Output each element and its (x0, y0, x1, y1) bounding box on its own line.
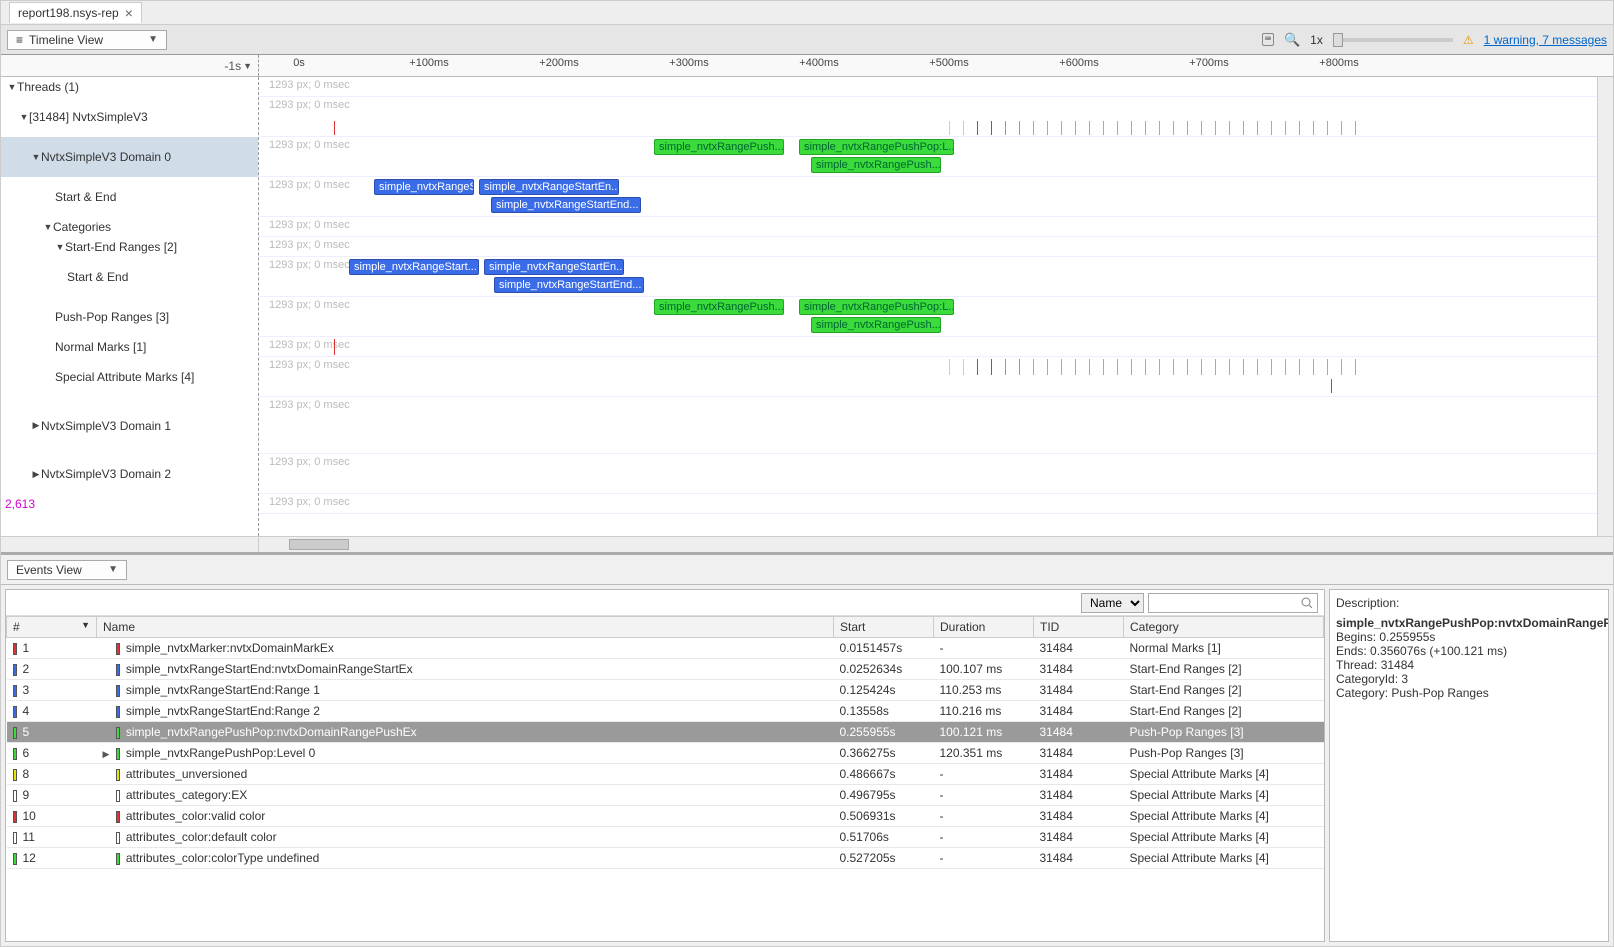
description-catid: CategoryId: 3 (1336, 672, 1602, 686)
description-begins: Begins: 0.255955s (1336, 630, 1602, 644)
filter-input[interactable] (1148, 593, 1318, 613)
timeline-canvas[interactable]: 1293 px; 0 msec1293 px; 0 msec1293 px; 0… (259, 77, 1613, 536)
tab-title: report198.nsys-rep (18, 6, 119, 20)
col-category[interactable]: Category (1124, 617, 1324, 638)
timeline-section: -1s ▼ 0s+100ms+200ms+300ms+400ms+500ms+6… (1, 55, 1613, 555)
zoom-slider[interactable] (1333, 38, 1453, 42)
tree-domain1[interactable]: ▶NvtxSimpleV3 Domain 1 (1, 397, 258, 454)
tree-domain0[interactable]: ▼NvtxSimpleV3 Domain 0 (1, 137, 258, 177)
events-toolbar: Events View ▼ (1, 555, 1613, 585)
chevron-down-icon: ▼ (243, 61, 252, 71)
view-label: Timeline View (29, 33, 103, 47)
col-start[interactable]: Start (834, 617, 934, 638)
table-row[interactable]: 10 attributes_color:valid color0.506931s… (7, 806, 1324, 827)
events-view-label: Events View (16, 563, 82, 577)
events-view-selector[interactable]: Events View ▼ (7, 560, 127, 580)
tree-footer-count: 2,613 (1, 494, 258, 514)
warning-icon: ⚠ (1463, 33, 1474, 47)
table-row[interactable]: 12 attributes_color:colorType undefined0… (7, 848, 1324, 869)
horizontal-scrollbar[interactable] (1, 536, 1613, 552)
table-row[interactable]: 4 simple_nvtxRangeStartEnd:Range 20.1355… (7, 701, 1324, 722)
table-row[interactable]: 3 simple_nvtxRangeStartEnd:Range 10.1254… (7, 680, 1324, 701)
tree-special-marks[interactable]: Special Attribute Marks [4] (1, 357, 258, 397)
tree-categories[interactable]: ▼Categories (1, 217, 258, 237)
ruler-origin[interactable]: -1s ▼ (1, 55, 259, 76)
tree-pp-ranges[interactable]: Push-Pop Ranges [3] (1, 297, 258, 337)
table-row[interactable]: 11 attributes_color:default color0.51706… (7, 827, 1324, 848)
ruler-neg-label: -1s (224, 59, 241, 73)
file-tab[interactable]: report198.nsys-rep × (9, 2, 142, 23)
time-ruler[interactable]: -1s ▼ 0s+100ms+200ms+300ms+400ms+500ms+6… (1, 55, 1613, 77)
description-panel: Description: simple_nvtxRangePushPop:nvt… (1329, 589, 1609, 942)
tree-start-end[interactable]: Start & End (1, 177, 258, 217)
events-table-panel: Name # ▼ Name Start Duration TID Categor… (5, 589, 1325, 942)
description-ends: Ends: 0.356076s (+100.121 ms) (1336, 644, 1602, 658)
table-row[interactable]: 9 attributes_category:EX0.496795s-31484S… (7, 785, 1324, 806)
tree-threads[interactable]: ▼Threads (1) (1, 77, 258, 97)
tree-process[interactable]: ▼[31484] NvtxSimpleV3 (1, 97, 258, 137)
ruler-ticks: 0s+100ms+200ms+300ms+400ms+500ms+600ms+7… (259, 55, 1613, 76)
description-title: simple_nvtxRangePushPop:nvtxDomainRangeP… (1336, 616, 1602, 630)
chevron-down-icon: ▼ (108, 564, 118, 575)
magnifier-icon[interactable]: 🔍 (1284, 32, 1300, 48)
table-row[interactable]: 8 attributes_unversioned0.486667s-31484S… (7, 764, 1324, 785)
description-label: Description: (1336, 596, 1602, 610)
tree-panel[interactable]: ▼Threads (1) ▼[31484] NvtxSimpleV3 ▼Nvtx… (1, 77, 259, 536)
table-row[interactable]: 2 simple_nvtxRangeStartEnd:nvtxDomainRan… (7, 659, 1324, 680)
tree-normal-marks[interactable]: Normal Marks [1] (1, 337, 258, 357)
zoom-level: 1x (1310, 33, 1323, 47)
view-selector[interactable]: ≡ Timeline View ▼ (7, 30, 167, 50)
col-name[interactable]: Name (97, 617, 834, 638)
tree-se-ranges[interactable]: ▼Start-End Ranges [2] (1, 237, 258, 257)
scrollbar-thumb[interactable] (289, 539, 349, 550)
filter-field-select[interactable]: Name (1081, 593, 1144, 613)
tree-domain2[interactable]: ▶NvtxSimpleV3 Domain 2 (1, 454, 258, 494)
filter-row: Name (6, 590, 1324, 616)
tree-se-inner[interactable]: Start & End (1, 257, 258, 297)
warnings-link[interactable]: 1 warning, 7 messages (1484, 33, 1607, 47)
keyboard-icon[interactable]: ⌨ (1262, 33, 1274, 46)
col-tid[interactable]: TID (1034, 617, 1124, 638)
slider-thumb[interactable] (1333, 33, 1343, 47)
timeline-toolbar: ≡ Timeline View ▼ ⌨ 🔍 1x ⚠ 1 warning, 7 … (1, 25, 1613, 55)
events-grid[interactable]: # ▼ Name Start Duration TID Category 1 s… (6, 616, 1324, 941)
table-row[interactable]: 1 simple_nvtxMarker:nvtxDomainMarkEx0.01… (7, 638, 1324, 659)
col-num[interactable]: # ▼ (7, 617, 97, 638)
hamburger-icon: ≡ (16, 33, 23, 47)
events-section: Events View ▼ Name # ▼ Name Start Durati (1, 555, 1613, 946)
vertical-scrollbar[interactable] (1597, 77, 1613, 536)
close-icon[interactable]: × (125, 5, 133, 21)
chevron-down-icon: ▼ (148, 34, 158, 45)
description-thread: Thread: 31484 (1336, 658, 1602, 672)
table-row[interactable]: 5 simple_nvtxRangePushPop:nvtxDomainRang… (7, 722, 1324, 743)
file-tab-bar: report198.nsys-rep × (1, 1, 1613, 25)
description-cat: Category: Push-Pop Ranges (1336, 686, 1602, 700)
col-duration[interactable]: Duration (934, 617, 1034, 638)
table-row[interactable]: 6▶ simple_nvtxRangePushPop:Level 00.3662… (7, 743, 1324, 764)
